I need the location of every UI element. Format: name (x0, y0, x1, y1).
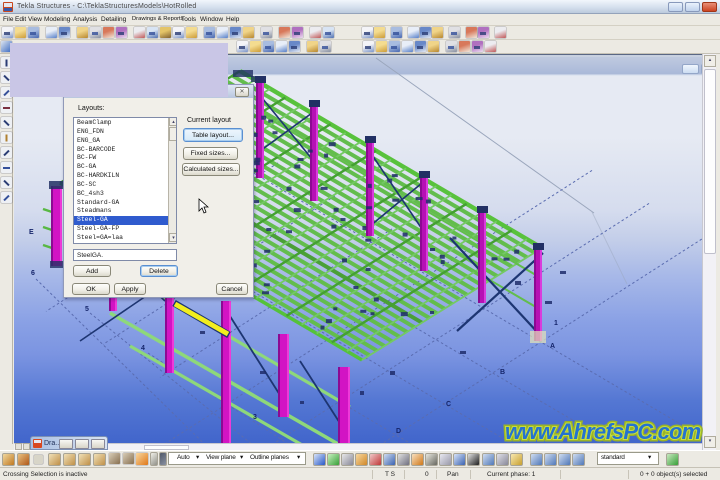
svg-text:www.AhrefsPC.com: www.AhrefsPC.com (505, 419, 701, 444)
svg-text:4: 4 (141, 345, 145, 352)
svg-text:E: E (29, 229, 34, 236)
svg-text:C: C (446, 401, 451, 408)
svg-text:5: 5 (85, 306, 89, 313)
svg-text:3: 3 (253, 414, 257, 421)
svg-text:6: 6 (31, 270, 35, 277)
svg-text:1: 1 (554, 320, 558, 327)
svg-text:A: A (550, 343, 555, 350)
svg-text:D: D (396, 428, 401, 435)
svg-text:B: B (500, 369, 505, 376)
